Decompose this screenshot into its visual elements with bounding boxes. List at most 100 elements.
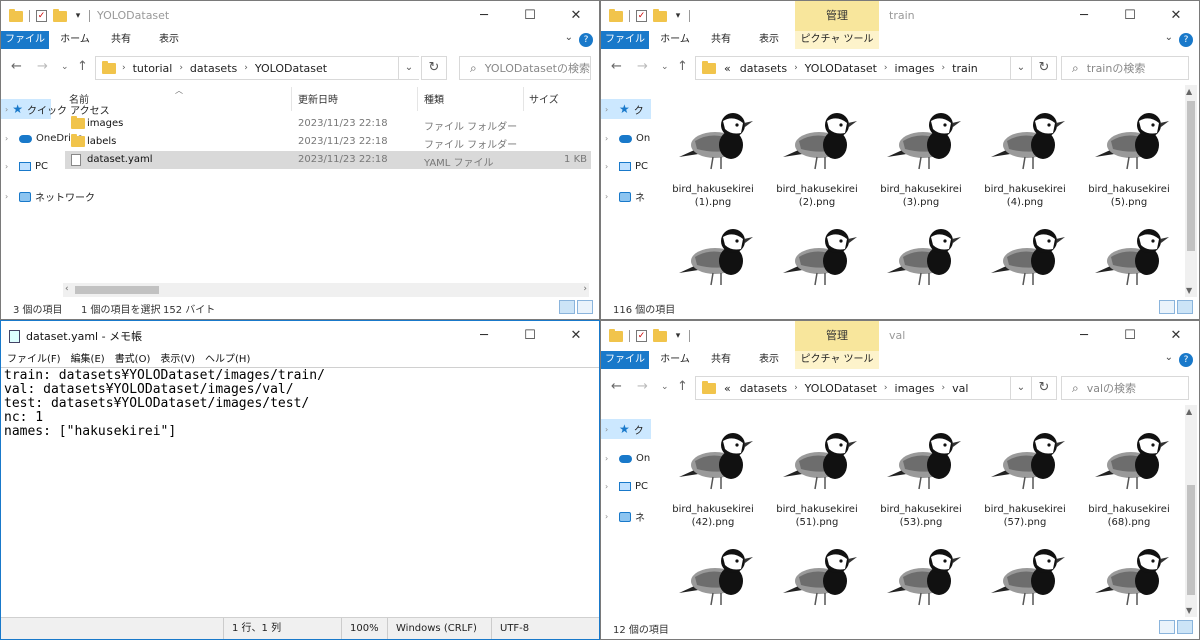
customize-dropdown-icon[interactable]: ▾ bbox=[73, 11, 83, 21]
close-button[interactable]: ✕ bbox=[553, 1, 599, 31]
breadcrumb-item[interactable]: val bbox=[952, 382, 968, 395]
nav-onedrive[interactable]: › On bbox=[605, 133, 650, 144]
breadcrumb-item[interactable]: images bbox=[895, 62, 935, 75]
thumbnail-item[interactable] bbox=[775, 537, 859, 615]
scroll-down-icon[interactable]: ▼ bbox=[1186, 606, 1192, 615]
maximize-button[interactable]: ☐ bbox=[1107, 321, 1153, 351]
file-row-dataset-yaml[interactable]: dataset.yaml 2023/11/23 22:18 YAML ファイル … bbox=[65, 151, 591, 169]
back-icon[interactable]: ← bbox=[11, 59, 22, 74]
column-size[interactable]: サイズ bbox=[529, 91, 559, 106]
text-editor[interactable]: train: datasets¥YOLODataset/images/train… bbox=[1, 367, 599, 617]
tab-view[interactable]: 表示 bbox=[751, 351, 787, 369]
tab-file[interactable]: ファイル bbox=[1, 31, 49, 49]
nav-quick-access[interactable]: › ★ クイック アクセス bbox=[1, 99, 110, 119]
details-view-icon[interactable] bbox=[1159, 620, 1175, 634]
breadcrumb-item[interactable]: train bbox=[952, 62, 978, 75]
expand-ribbon-icon[interactable]: ⌄ bbox=[1165, 352, 1173, 363]
new-folder-icon[interactable] bbox=[653, 8, 667, 22]
tab-view[interactable]: 表示 bbox=[751, 31, 787, 49]
column-divider[interactable] bbox=[291, 87, 292, 111]
thumbnail-item[interactable] bbox=[671, 537, 755, 615]
back-icon[interactable]: ← bbox=[611, 59, 622, 74]
breadcrumb-item[interactable]: datasets bbox=[740, 62, 787, 75]
column-date[interactable]: 更新日時 bbox=[298, 91, 338, 106]
forward-icon[interactable]: → bbox=[637, 59, 648, 74]
tab-file[interactable]: ファイル bbox=[601, 351, 649, 369]
breadcrumb-item[interactable]: images bbox=[895, 382, 935, 395]
vertical-scrollbar[interactable]: ▲ ▼ bbox=[1185, 405, 1197, 617]
file-row-labels[interactable]: labels 2023/11/23 22:18 ファイル フォルダー bbox=[65, 133, 591, 151]
tab-home[interactable]: ホーム bbox=[657, 31, 693, 49]
column-divider[interactable] bbox=[523, 87, 524, 111]
scrollbar-thumb[interactable] bbox=[1187, 485, 1195, 595]
search-box[interactable]: ⌕ valの検索 bbox=[1061, 376, 1189, 400]
horizontal-scrollbar[interactable]: ‹ › bbox=[63, 283, 589, 297]
details-view-icon[interactable] bbox=[1159, 300, 1175, 314]
tab-home[interactable]: ホーム bbox=[657, 351, 693, 369]
large-icons-view-icon[interactable] bbox=[577, 300, 593, 314]
close-button[interactable]: ✕ bbox=[553, 321, 599, 351]
thumbnail-item[interactable] bbox=[983, 537, 1067, 615]
maximize-button[interactable]: ☐ bbox=[1107, 1, 1153, 31]
expand-ribbon-icon[interactable]: ⌄ bbox=[565, 32, 573, 43]
thumbnail-item[interactable] bbox=[983, 217, 1067, 295]
nav-network[interactable]: › ネ bbox=[605, 509, 645, 524]
nav-network[interactable]: › ネ bbox=[605, 189, 645, 204]
customize-dropdown-icon[interactable]: ▾ bbox=[673, 11, 683, 21]
breadcrumb-overflow[interactable]: « bbox=[724, 62, 731, 75]
large-icons-view-icon[interactable] bbox=[1177, 620, 1193, 634]
scroll-left-icon[interactable]: ‹ bbox=[65, 284, 69, 294]
column-name[interactable]: 名前 bbox=[69, 91, 89, 106]
tab-file[interactable]: ファイル bbox=[601, 31, 649, 49]
recent-locations-icon[interactable]: ⌄ bbox=[661, 62, 669, 72]
help-icon[interactable]: ? bbox=[1179, 33, 1193, 47]
thumbnail-item[interactable] bbox=[775, 217, 859, 295]
tab-view[interactable]: 表示 bbox=[151, 31, 187, 49]
address-dropdown-icon[interactable]: ⌄ bbox=[1011, 376, 1031, 400]
scroll-up-icon[interactable]: ▲ bbox=[1186, 87, 1192, 96]
up-icon[interactable]: ↑ bbox=[677, 59, 688, 74]
vertical-scrollbar[interactable]: ▲ ▼ bbox=[1185, 85, 1197, 297]
new-folder-icon[interactable] bbox=[653, 328, 667, 342]
breadcrumb-item[interactable]: datasets bbox=[190, 62, 237, 75]
forward-icon[interactable]: → bbox=[637, 379, 648, 394]
breadcrumb-item[interactable]: YOLODataset bbox=[805, 62, 877, 75]
close-button[interactable]: ✕ bbox=[1153, 1, 1199, 31]
scroll-down-icon[interactable]: ▼ bbox=[1186, 286, 1192, 295]
minimize-button[interactable]: ─ bbox=[461, 1, 507, 31]
scroll-up-icon[interactable]: ▲ bbox=[1186, 407, 1192, 416]
thumbnail-item[interactable]: bird_hakusekirei (1).png bbox=[671, 101, 755, 209]
nav-network[interactable]: › ネットワーク bbox=[5, 189, 95, 204]
column-divider[interactable] bbox=[417, 87, 418, 111]
breadcrumb-overflow[interactable]: « bbox=[724, 382, 731, 395]
thumbnail-item[interactable] bbox=[879, 217, 963, 295]
column-type[interactable]: 種類 bbox=[424, 91, 444, 106]
customize-dropdown-icon[interactable]: ▾ bbox=[673, 331, 683, 341]
thumbnail-item[interactable] bbox=[671, 217, 755, 295]
scrollbar-thumb[interactable] bbox=[75, 286, 159, 294]
nav-pc[interactable]: › PC bbox=[605, 161, 648, 172]
breadcrumb-item[interactable]: YOLODataset bbox=[805, 382, 877, 395]
breadcrumb-item[interactable]: tutorial bbox=[133, 62, 173, 75]
up-icon[interactable]: ↑ bbox=[677, 379, 688, 394]
thumbnail-item[interactable]: bird_hakusekirei (68).png bbox=[1087, 421, 1171, 529]
minimize-button[interactable]: ─ bbox=[1061, 321, 1107, 351]
maximize-button[interactable]: ☐ bbox=[507, 1, 553, 31]
manage-context-tab[interactable]: 管理 bbox=[795, 1, 879, 31]
forward-icon[interactable]: → bbox=[37, 59, 48, 74]
nav-quick-access[interactable]: › ★ ク bbox=[601, 419, 651, 439]
nav-quick-access[interactable]: › ★ ク bbox=[601, 99, 651, 119]
tab-share[interactable]: 共有 bbox=[703, 31, 739, 49]
new-folder-icon[interactable] bbox=[53, 8, 67, 22]
refresh-icon[interactable]: ↻ bbox=[421, 56, 447, 80]
properties-icon[interactable]: ✓ bbox=[36, 10, 47, 22]
help-icon[interactable]: ? bbox=[579, 33, 593, 47]
properties-icon[interactable]: ✓ bbox=[636, 10, 647, 22]
help-icon[interactable]: ? bbox=[1179, 353, 1193, 367]
tab-share[interactable]: 共有 bbox=[103, 31, 139, 49]
address-bar[interactable]: › tutorial › datasets › YOLODataset bbox=[95, 56, 399, 80]
tab-picture-tools[interactable]: ピクチャ ツール bbox=[795, 351, 879, 369]
expand-ribbon-icon[interactable]: ⌄ bbox=[1165, 32, 1173, 43]
large-icons-view-icon[interactable] bbox=[1177, 300, 1193, 314]
thumbnail-item[interactable] bbox=[879, 537, 963, 615]
